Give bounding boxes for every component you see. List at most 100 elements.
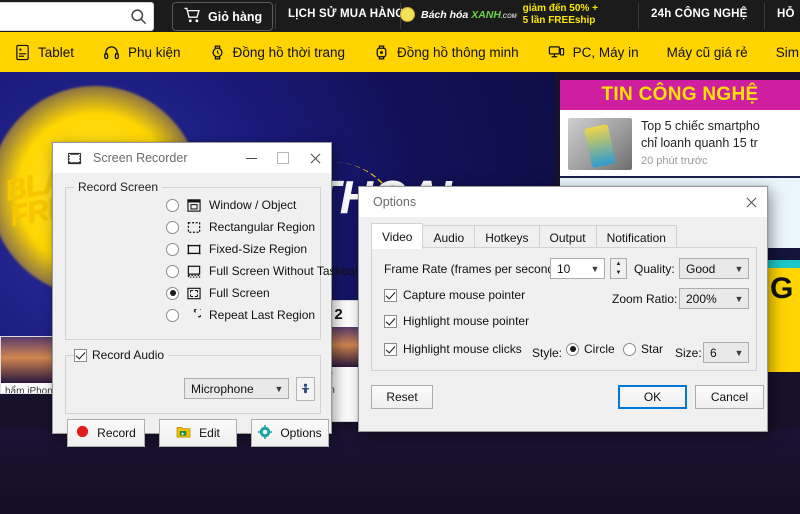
record-audio-checkbox[interactable] xyxy=(74,348,87,362)
size-label: Size: xyxy=(675,346,702,360)
tab-label: Audio xyxy=(433,230,465,245)
highlight-mouse-pointer-row[interactable]: Highlight mouse pointer xyxy=(384,314,529,328)
audio-device-select[interactable]: Microphone ▼ xyxy=(184,378,289,399)
news-item[interactable]: Top 5 chiếc smartpho chỉ loanh quanh 15 … xyxy=(560,110,800,178)
edit-button[interactable]: Edit xyxy=(159,419,237,447)
frame-rate-spinner[interactable]: ▲ ▼ xyxy=(610,258,627,279)
spinner-down-icon[interactable]: ▼ xyxy=(611,269,626,279)
radio-button[interactable] xyxy=(166,198,179,212)
header-divider xyxy=(764,3,765,29)
radio-repeat-last-region[interactable]: Repeat Last Region xyxy=(166,308,315,322)
screen-recorder-window[interactable]: Screen Recorder Record Screen Window / O… xyxy=(52,142,359,447)
radio-button[interactable] xyxy=(166,308,179,322)
radio-fixed-size-region[interactable]: Fixed-Size Region xyxy=(166,242,307,256)
cancel-button-label: Cancel xyxy=(710,390,749,404)
highlight-mouse-pointer-label: Highlight mouse pointer xyxy=(403,314,530,328)
window-controls xyxy=(235,143,331,173)
capture-mouse-pointer-row[interactable]: Capture mouse pointer xyxy=(384,288,525,302)
header-link-24h-tech[interactable]: 24h CÔNG NGHỆ xyxy=(651,8,748,20)
record-audio-group: Record Audio Microphone ▼ xyxy=(65,348,321,414)
search-input[interactable] xyxy=(0,8,123,25)
screen-recorder-titlebar[interactable]: Screen Recorder xyxy=(53,143,331,174)
nav-item-pc-printer[interactable]: PC, Máy in xyxy=(533,44,653,61)
bach-hoa-xanh-promo[interactable]: Bách hóa XANH.COM giảm đến 50% + 5 lần F… xyxy=(400,3,598,26)
close-icon[interactable] xyxy=(299,143,331,173)
highlight-mouse-clicks-checkbox[interactable] xyxy=(384,342,397,356)
nav-item-fashion-watch[interactable]: Đồng hồ thời trang xyxy=(195,44,359,61)
tab-audio[interactable]: Audio xyxy=(422,225,476,249)
radio-button[interactable] xyxy=(166,242,179,256)
fullscreen-icon xyxy=(186,287,202,300)
cancel-button[interactable]: Cancel xyxy=(695,385,764,409)
options-titlebar[interactable]: Options xyxy=(359,187,767,218)
smartwatch-icon xyxy=(373,44,390,61)
style-star-radio-row[interactable]: Star xyxy=(623,342,663,356)
nav-item-accessories[interactable]: Phụ kiện xyxy=(88,44,195,61)
radio-label: Fixed-Size Region xyxy=(209,242,308,256)
size-value: 6 xyxy=(710,345,717,360)
search-icon[interactable] xyxy=(123,7,153,26)
audio-settings-icon[interactable] xyxy=(296,377,315,401)
highlight-mouse-clicks-row[interactable]: Highlight mouse clicks xyxy=(384,342,522,356)
zoom-ratio-select[interactable]: 200% ▼ xyxy=(679,288,749,309)
capture-mouse-pointer-checkbox[interactable] xyxy=(384,288,397,302)
radio-button[interactable] xyxy=(623,342,636,356)
cart-button[interactable]: Giỏ hàng xyxy=(172,2,274,31)
audio-device-value: Microphone xyxy=(191,381,254,396)
radio-rectangular-region[interactable]: Rectangular Region xyxy=(166,220,315,234)
style-circle-label: Circle xyxy=(584,342,615,356)
style-circle-radio-row[interactable]: Circle xyxy=(566,342,615,356)
ok-button[interactable]: OK xyxy=(618,385,687,409)
fixed-size-region-icon xyxy=(186,243,202,256)
radio-label: Rectangular Region xyxy=(209,220,316,234)
radio-button[interactable] xyxy=(166,264,179,278)
radio-window-object[interactable]: Window / Object xyxy=(166,198,296,212)
quality-select[interactable]: Good ▼ xyxy=(679,258,749,279)
options-window[interactable]: Options Video Audio Hotkeys Output Notif… xyxy=(358,186,768,432)
video-tab-panel: Frame Rate (frames per second): 10 ▼ ▲ ▼… xyxy=(371,247,757,371)
minimize-icon[interactable] xyxy=(235,143,267,173)
maximize-icon[interactable] xyxy=(267,143,299,173)
tablet-icon xyxy=(14,44,31,61)
nav-item-smartwatch[interactable]: Đồng hồ thông minh xyxy=(359,44,533,61)
record-button[interactable]: Record xyxy=(67,419,145,447)
screen-recorder-title: Screen Recorder xyxy=(93,151,188,165)
window-object-icon xyxy=(186,198,202,212)
radio-button[interactable] xyxy=(166,220,179,234)
close-icon[interactable] xyxy=(735,187,767,217)
nav-item-tablet[interactable]: Tablet xyxy=(0,44,88,61)
nav-item-sim-card[interactable]: Sim, Thẻ cào xyxy=(762,45,800,60)
ok-button-label: OK xyxy=(643,390,662,404)
search-box[interactable] xyxy=(0,2,154,31)
header-link-support[interactable]: HỖ xyxy=(777,8,795,20)
highlight-mouse-pointer-checkbox[interactable] xyxy=(384,314,397,328)
news-headline-line2: chỉ loanh quanh 15 tr xyxy=(641,136,758,150)
promo-dot-icon xyxy=(400,7,415,22)
radio-full-screen-without-taskbar[interactable]: Full Screen Without Taskbar xyxy=(166,264,359,278)
size-select[interactable]: 6 ▼ xyxy=(703,342,749,363)
radio-button[interactable] xyxy=(566,342,579,356)
header-link-purchase-history[interactable]: LỊCH SỬ MUA HÀNG xyxy=(288,8,404,20)
radio-full-screen[interactable]: Full Screen xyxy=(166,286,270,300)
options-button-label: Options xyxy=(280,426,322,440)
header-divider xyxy=(275,3,276,29)
tab-hotkeys[interactable]: Hotkeys xyxy=(474,225,540,249)
tab-label: Video xyxy=(382,229,413,244)
nav-item-used-phones[interactable]: Máy cũ giá rẻ xyxy=(653,45,762,60)
nav-label: Đồng hồ thông minh xyxy=(397,44,519,60)
news-thumbnail xyxy=(568,118,632,170)
frame-rate-select[interactable]: 10 ▼ xyxy=(550,258,605,279)
spinner-up-icon[interactable]: ▲ xyxy=(611,259,626,269)
radio-label: Repeat Last Region xyxy=(209,308,316,322)
tab-label: Output xyxy=(549,230,586,245)
tab-video[interactable]: Video xyxy=(371,223,424,249)
tab-output[interactable]: Output xyxy=(538,225,597,249)
options-title: Options xyxy=(373,195,417,209)
reset-button[interactable]: Reset xyxy=(371,385,433,409)
frame-rate-label: Frame Rate (frames per second): xyxy=(384,262,562,276)
promo-line-2: 5 lần FREEship xyxy=(522,14,596,26)
options-button[interactable]: Options xyxy=(251,419,329,447)
chevron-down-icon: ▼ xyxy=(734,263,744,274)
tab-notification[interactable]: Notification xyxy=(595,225,677,249)
radio-button[interactable] xyxy=(166,286,179,300)
